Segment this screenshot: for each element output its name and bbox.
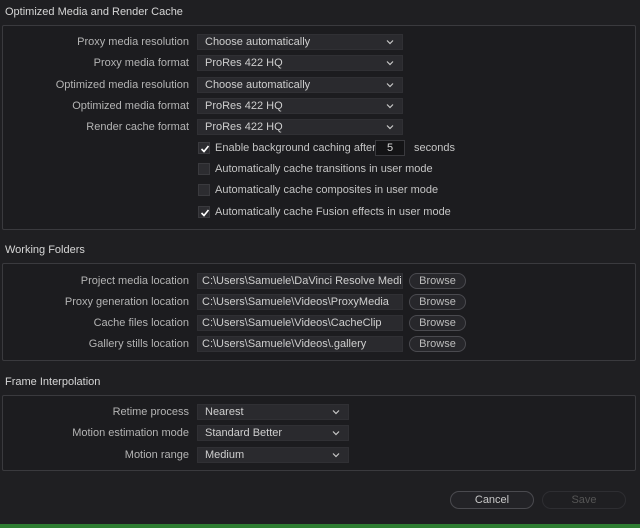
proxy-media-resolution-label: Proxy media resolution: [77, 36, 189, 48]
proxy-media-format-label: Proxy media format: [93, 57, 189, 69]
seconds-unit-label: seconds: [414, 142, 455, 154]
motion-range-dropdown[interactable]: Medium: [197, 447, 349, 463]
dropdown-value: ProRes 422 HQ: [205, 121, 283, 133]
proxy-generation-location-label: Proxy generation location: [64, 296, 189, 308]
retime-process-dropdown[interactable]: Nearest: [197, 404, 349, 420]
dropdown-value: Choose automatically: [205, 79, 311, 91]
section-title-working-folders: Working Folders: [5, 244, 85, 256]
optimized-media-resolution-label: Optimized media resolution: [55, 79, 189, 91]
cache-files-browse-button[interactable]: Browse: [409, 315, 466, 331]
proxy-media-resolution-dropdown[interactable]: Choose automatically: [197, 34, 403, 50]
cache-transitions-checkbox[interactable]: [198, 163, 210, 175]
checkmark-icon: [200, 145, 210, 153]
chevron-down-icon: [386, 125, 394, 130]
render-cache-format-dropdown[interactable]: ProRes 422 HQ: [197, 119, 403, 135]
optimized-media-format-label: Optimized media format: [72, 100, 189, 112]
chevron-down-icon: [332, 453, 340, 458]
render-cache-format-label: Render cache format: [86, 121, 189, 133]
project-media-location-field[interactable]: C:\Users\Samuele\DaVinci Resolve Media: [197, 273, 403, 289]
frame-interpolation-panel: Retime process Nearest Motion estimation…: [2, 395, 636, 471]
cache-fusion-effects-label: Automatically cache Fusion effects in us…: [215, 206, 451, 218]
dropdown-value: Choose automatically: [205, 36, 311, 48]
bottom-accent-strip: [0, 524, 640, 528]
checkmark-icon: [200, 209, 210, 217]
dropdown-value: ProRes 422 HQ: [205, 57, 283, 69]
background-caching-seconds-input[interactable]: 5: [375, 140, 405, 156]
cache-composites-checkbox[interactable]: [198, 184, 210, 196]
motion-estimation-mode-label: Motion estimation mode: [72, 427, 189, 439]
chevron-down-icon: [386, 83, 394, 88]
proxy-generation-location-field[interactable]: C:\Users\Samuele\Videos\ProxyMedia: [197, 294, 403, 310]
working-folders-panel: Project media location C:\Users\Samuele\…: [2, 263, 636, 361]
cancel-button[interactable]: Cancel: [450, 491, 534, 509]
optimized-media-format-dropdown[interactable]: ProRes 422 HQ: [197, 98, 403, 114]
dropdown-value: Standard Better: [205, 427, 283, 439]
optimized-media-panel: Proxy media resolution Choose automatica…: [2, 25, 636, 230]
chevron-down-icon: [332, 431, 340, 436]
gallery-stills-location-field[interactable]: C:\Users\Samuele\Videos\.gallery: [197, 336, 403, 352]
project-media-browse-button[interactable]: Browse: [409, 273, 466, 289]
dropdown-value: ProRes 422 HQ: [205, 100, 283, 112]
motion-range-label: Motion range: [124, 449, 189, 461]
chevron-down-icon: [386, 40, 394, 45]
cache-files-location-label: Cache files location: [93, 317, 189, 329]
motion-estimation-mode-dropdown[interactable]: Standard Better: [197, 425, 349, 441]
cache-fusion-effects-checkbox[interactable]: [198, 206, 210, 218]
dropdown-value: Medium: [205, 449, 245, 461]
retime-process-label: Retime process: [112, 406, 189, 418]
gallery-stills-browse-button[interactable]: Browse: [409, 336, 466, 352]
optimized-media-resolution-dropdown[interactable]: Choose automatically: [197, 77, 403, 93]
cache-transitions-label: Automatically cache transitions in user …: [215, 163, 433, 175]
dropdown-value: Nearest: [205, 406, 244, 418]
chevron-down-icon: [332, 410, 340, 415]
section-title-frame-interpolation: Frame Interpolation: [5, 376, 101, 388]
background-caching-label: Enable background caching after: [215, 142, 376, 154]
section-title-optimized-media: Optimized Media and Render Cache: [5, 6, 183, 18]
gallery-stills-location-label: Gallery stills location: [88, 338, 189, 350]
save-button[interactable]: Save: [542, 491, 626, 509]
chevron-down-icon: [386, 61, 394, 66]
cache-composites-label: Automatically cache composites in user m…: [215, 184, 439, 196]
project-media-location-label: Project media location: [80, 275, 189, 287]
chevron-down-icon: [386, 104, 394, 109]
background-caching-checkbox[interactable]: [198, 142, 210, 154]
proxy-generation-browse-button[interactable]: Browse: [409, 294, 466, 310]
proxy-media-format-dropdown[interactable]: ProRes 422 HQ: [197, 55, 403, 71]
cache-files-location-field[interactable]: C:\Users\Samuele\Videos\CacheClip: [197, 315, 403, 331]
